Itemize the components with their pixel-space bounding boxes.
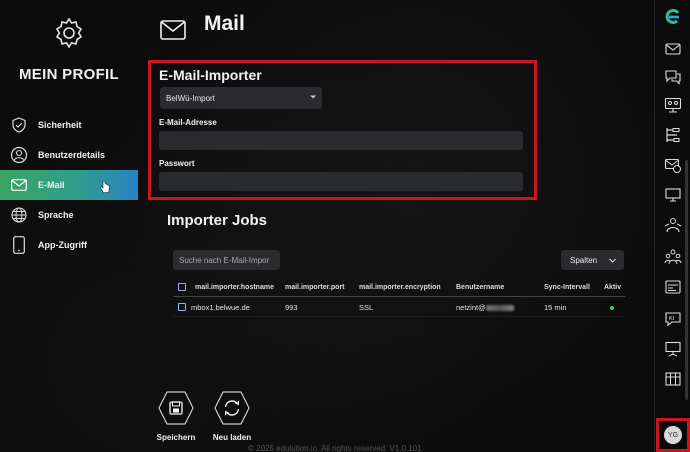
email-label: E-Mail-Adresse [159,118,217,127]
password-field[interactable] [159,172,523,191]
desktop-icon[interactable] [664,186,682,204]
profile-sidebar: MEIN PROFIL Sicherheit Benutzerdetails E… [0,0,138,452]
search-input[interactable]: Suche nach E-Mail-Impor [173,250,280,270]
column-header[interactable]: mail.importer.encryption [359,284,441,291]
column-header[interactable]: Sync-Intervall [544,284,590,291]
sidebar-item-label: E-Mail [38,180,65,190]
shield-icon [10,116,28,134]
column-header[interactable]: mail.importer.port [285,284,345,291]
sidebar-item-user-details[interactable]: Benutzerdetails [0,140,138,170]
email-field[interactable] [159,131,523,150]
sidebar-item-security[interactable]: Sicherheit [0,110,138,140]
refresh-icon [214,391,250,425]
gear-icon [55,17,83,49]
mail-icon [10,176,28,194]
profile-title: MEIN PROFIL [19,66,119,83]
mail-icon [160,20,186,40]
interval-cell: 15 min [544,303,567,312]
avatar[interactable]: YG [664,426,682,444]
footer-text: © 2025 edulution.io. All rights reserved… [248,444,422,452]
sidebar-item-label: Sprache [38,210,74,220]
importer-select-value: BelWü-Import [166,93,215,103]
redacted-text [485,305,514,312]
save-button[interactable]: Speichern [155,390,197,442]
mail-icon[interactable] [664,40,682,58]
rail-divider [654,0,655,452]
caret-down-icon [310,95,316,99]
conference-icon[interactable] [664,96,682,114]
table-row[interactable]: mbox1.belwue.de 993 SSL netzint@ 15 min [173,297,625,317]
sidebar-item-label: Benutzerdetails [38,150,106,160]
jobs-table: mail.importer.hostname mail.importer.por… [173,280,625,317]
file-sharing-icon[interactable] [664,278,682,296]
sidebar-item-app-access[interactable]: App-Zugriff [0,230,138,260]
port-cell: 993 [285,303,298,312]
sidebar-item-label: App-Zugriff [38,240,87,250]
apps-grid-icon[interactable] [664,370,682,388]
hierarchy-icon[interactable] [664,126,682,144]
save-button-label: Speichern [156,433,196,442]
user-avatar-box[interactable]: YG [656,418,690,452]
chevron-down-icon [609,258,616,263]
ai-chat-icon[interactable]: KI [664,310,682,328]
reload-button-label: Neu laden [212,433,252,442]
column-header[interactable]: Benutzername [456,284,504,291]
column-header[interactable]: Aktiv [604,284,621,291]
sidebar-item-email[interactable]: E-Mail [0,170,138,200]
hostname-cell: mbox1.belwue.de [191,303,250,312]
classroom-icon[interactable] [664,216,682,234]
importer-title: E-Mail-Importer [159,67,262,83]
jobs-title: Importer Jobs [167,212,268,229]
page-title: Mail [204,12,245,35]
sidebar-item-language[interactable]: Sprache [0,200,138,230]
columns-button-label: Spalten [570,255,598,265]
username-cell: netzint@ [456,303,514,312]
save-icon [158,391,194,425]
password-label: Passwort [159,159,195,168]
app-rail: KI [654,0,690,452]
select-all-checkbox[interactable] [178,283,186,291]
table-header: mail.importer.hostname mail.importer.por… [173,280,625,297]
users-gear-icon [10,146,28,164]
team-icon[interactable] [664,248,682,266]
profile-nav: Sicherheit Benutzerdetails E-Mail Sprach… [0,110,138,260]
encryption-cell: SSL [359,303,374,312]
svg-text:KI: KI [669,316,675,322]
importer-select[interactable]: BelWü-Import [160,87,322,109]
sidebar-item-label: Sicherheit [38,120,82,130]
hand-cursor-icon [100,180,110,193]
columns-button[interactable]: Spalten [561,250,624,270]
active-status-dot [610,306,614,310]
email-importer-panel: E-Mail-Importer BelWü-Import E-Mail-Adre… [148,60,537,200]
edulution-logo-icon[interactable] [663,6,683,26]
phone-icon [10,236,28,254]
reload-button[interactable]: Neu laden [211,390,253,442]
column-header[interactable]: mail.importer.hostname [195,284,274,291]
chat-icon[interactable] [664,68,682,86]
rail-scrollbar[interactable] [685,160,688,400]
mail-sync-icon[interactable] [664,156,682,174]
globe-icon [10,206,28,224]
row-checkbox[interactable] [178,303,186,311]
whiteboard-icon[interactable] [664,340,682,358]
